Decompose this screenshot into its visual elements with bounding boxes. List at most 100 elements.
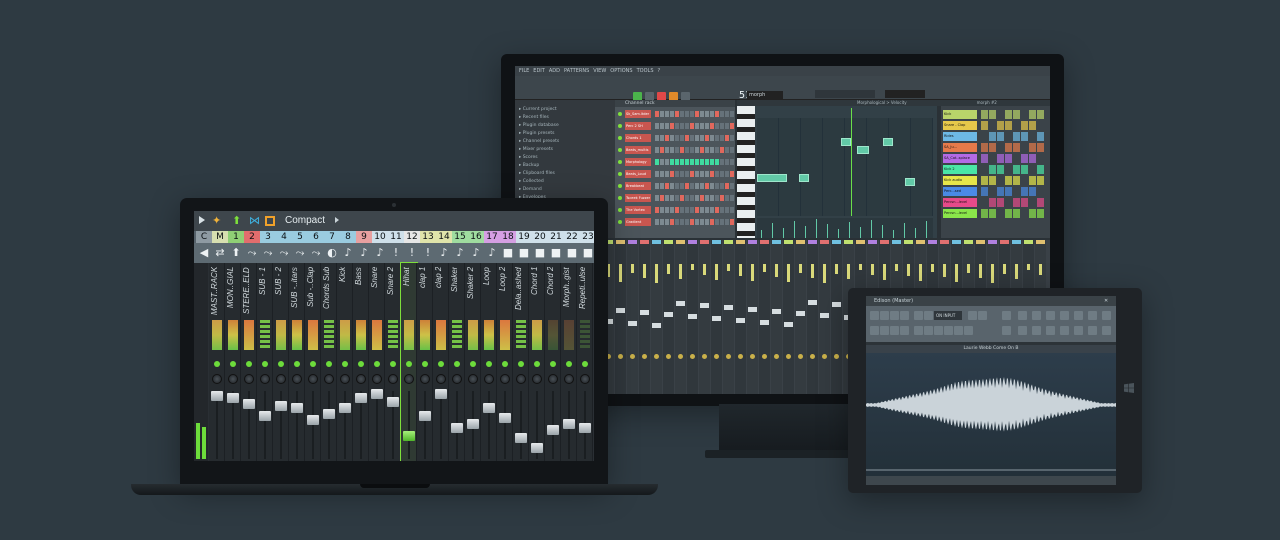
velocity-bar[interactable] [849, 222, 850, 238]
step-button[interactable] [685, 207, 689, 213]
step-button[interactable] [725, 171, 729, 177]
step-button[interactable] [655, 147, 659, 153]
insert-number[interactable]: 14 [436, 231, 452, 243]
mixer-pan-knob[interactable] [324, 374, 334, 384]
edison-tool-button[interactable] [1074, 326, 1083, 335]
step-button[interactable] [700, 159, 704, 165]
step-button[interactable] [730, 171, 734, 177]
desktop-send-knob[interactable] [678, 354, 683, 359]
desktop-send-knob[interactable] [666, 354, 671, 359]
mixer-pan-knob[interactable] [244, 374, 254, 384]
desktop-fader[interactable] [772, 309, 781, 314]
edison-tool-button[interactable] [924, 311, 933, 320]
mixer-pan-knob[interactable] [420, 374, 430, 384]
playlist-track-label[interactable]: Kick 2 [943, 165, 977, 174]
desktop-send-knob[interactable] [654, 354, 659, 359]
edison-tool-button[interactable] [1102, 326, 1111, 335]
velocity-bar[interactable] [838, 229, 839, 238]
mixer-volume-fader[interactable] [307, 415, 319, 425]
edison-tool-button[interactable] [914, 311, 923, 320]
mixer-track[interactable]: Repeti..ulse [577, 263, 593, 461]
step-button[interactable] [665, 171, 669, 177]
step-button[interactable] [715, 171, 719, 177]
edison-tool-button[interactable] [1060, 326, 1069, 335]
playlist-track-label[interactable]: Percsn...level [943, 198, 977, 207]
mixer-track[interactable]: Loop 2 [497, 263, 513, 461]
channel-led[interactable] [618, 124, 622, 128]
channel-button[interactable]: Sk_Sam.ltder [625, 110, 651, 118]
step-button[interactable] [725, 111, 729, 117]
mixer-track[interactable]: Chords Sub [321, 263, 337, 461]
desktop-fader[interactable] [724, 305, 733, 310]
velocity-bar[interactable] [860, 227, 861, 238]
step-button[interactable] [695, 195, 699, 201]
desktop-mixer-strip[interactable] [627, 240, 638, 394]
desktop-send-knob[interactable] [810, 354, 815, 359]
step-button[interactable] [700, 219, 704, 225]
step-button[interactable] [685, 123, 689, 129]
browser-item[interactable]: ▸ Plugin presets [519, 130, 611, 137]
mixer-volume-fader[interactable] [227, 393, 239, 403]
insert-number[interactable]: 17 [484, 231, 500, 243]
desktop-fader[interactable] [796, 311, 805, 316]
close-icon[interactable]: ✕ [1104, 296, 1108, 306]
step-button[interactable] [655, 135, 659, 141]
desktop-fader[interactable] [652, 323, 661, 328]
step-button[interactable] [730, 219, 734, 225]
playlist-clip[interactable] [989, 110, 996, 119]
playlist-clip[interactable] [997, 187, 1004, 196]
velocity-bar[interactable] [904, 223, 905, 238]
step-button[interactable] [715, 147, 719, 153]
step-button[interactable] [670, 147, 674, 153]
mixer-track[interactable]: Dela..ashed [513, 263, 529, 461]
note[interactable] [841, 138, 851, 146]
step-button[interactable] [720, 123, 724, 129]
step-button[interactable] [680, 171, 684, 177]
step-button[interactable] [715, 123, 719, 129]
desktop-fader[interactable] [688, 314, 697, 319]
edison-tool-button[interactable] [890, 326, 899, 335]
channel-button[interactable]: Morphology [625, 158, 651, 166]
playlist-clip[interactable] [981, 110, 988, 119]
step-button[interactable] [655, 219, 659, 225]
step-button[interactable] [655, 159, 659, 165]
desktop-fader[interactable] [712, 316, 721, 321]
velocity-bar[interactable] [805, 226, 806, 238]
desktop-mixer-strip[interactable] [807, 240, 818, 394]
edison-tool-button[interactable] [1074, 311, 1083, 320]
mixer-track[interactable]: Shaker [449, 263, 465, 461]
desktop-send-knob[interactable] [762, 354, 767, 359]
insert-number[interactable]: 11 [388, 231, 404, 243]
step-button[interactable] [725, 147, 729, 153]
mixer-volume-fader[interactable] [339, 403, 351, 413]
desktop-mixer-strip[interactable] [615, 240, 626, 394]
step-button[interactable] [660, 111, 664, 117]
mixer-enable-led[interactable] [214, 361, 220, 367]
step-button[interactable] [680, 123, 684, 129]
mixer-enable-led[interactable] [326, 361, 332, 367]
mixer-pan-knob[interactable] [356, 374, 366, 384]
mixer-volume-fader[interactable] [211, 391, 223, 401]
channel-led[interactable] [618, 136, 622, 140]
insert-number[interactable]: 22 [564, 231, 580, 243]
insert-number[interactable]: 7 [324, 231, 340, 243]
edison-tool-button[interactable] [934, 326, 943, 335]
channel-led[interactable] [618, 208, 622, 212]
edison-tool-button[interactable] [1088, 311, 1097, 320]
channel-button[interactable]: Chords 1 [625, 134, 651, 142]
desktop-mixer-strip[interactable] [675, 240, 686, 394]
velocity-bar[interactable] [772, 223, 773, 238]
playlist-clip[interactable] [1029, 110, 1036, 119]
step-button[interactable] [660, 195, 664, 201]
insert-number[interactable]: 9 [356, 231, 372, 243]
edison-tool-button[interactable] [870, 326, 879, 335]
step-button[interactable] [710, 207, 714, 213]
routing-icon[interactable]: ⬆ [232, 215, 244, 227]
browser-item[interactable]: ▸ Channel presets [519, 138, 611, 145]
mixer-enable-led[interactable] [502, 361, 508, 367]
step-button[interactable] [695, 123, 699, 129]
channel-led[interactable] [618, 160, 622, 164]
mixer-volume-fader[interactable] [275, 401, 287, 411]
step-button[interactable] [680, 159, 684, 165]
playlist-clip[interactable] [997, 154, 1004, 163]
